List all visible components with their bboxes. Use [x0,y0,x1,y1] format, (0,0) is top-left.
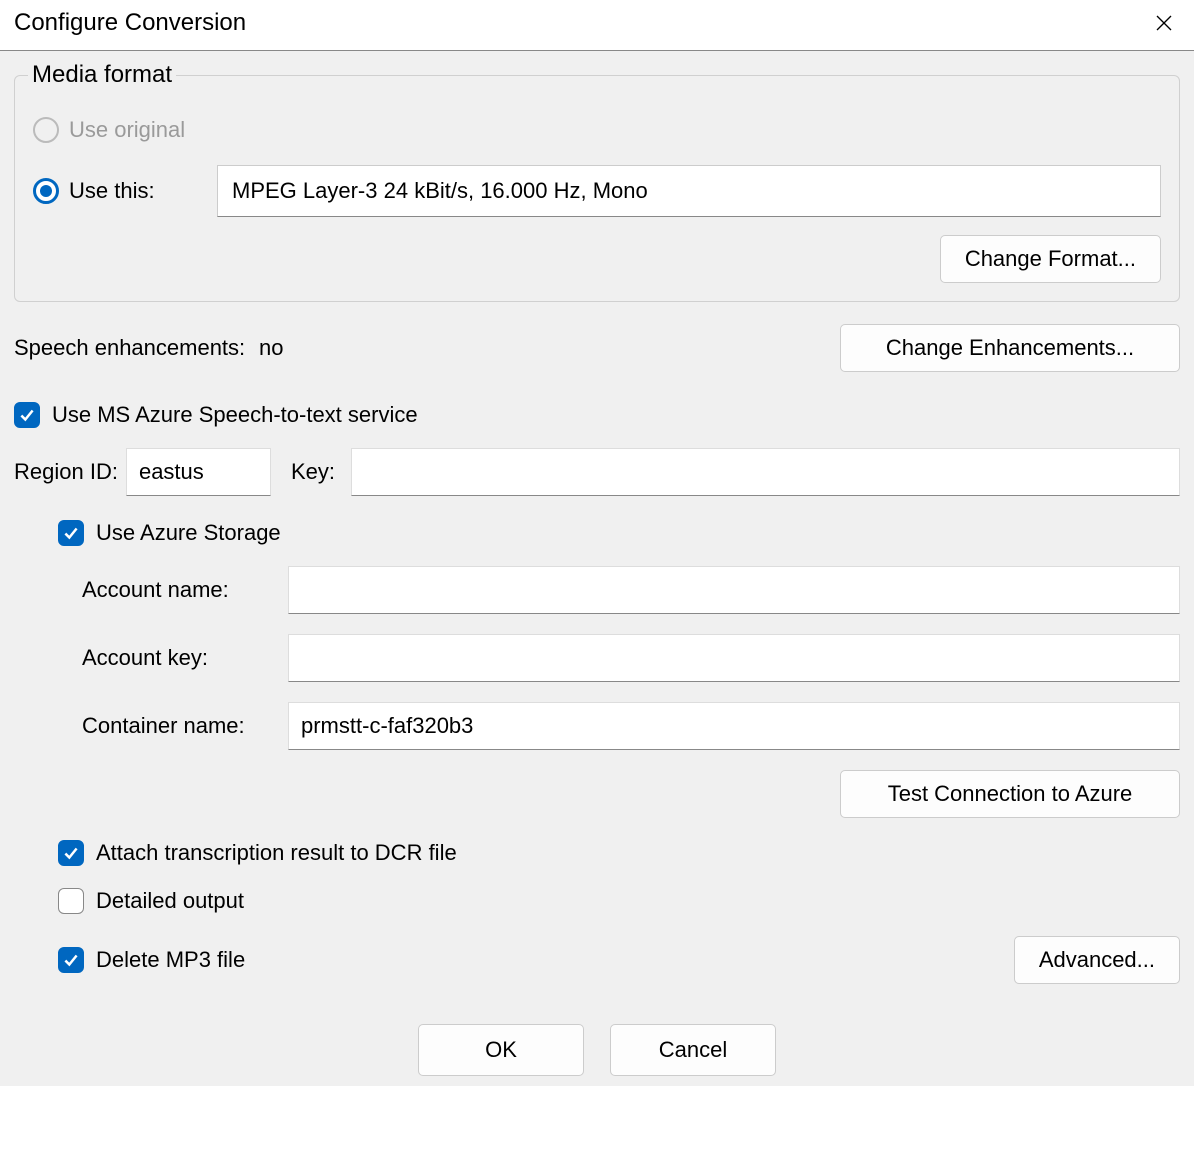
region-id-input[interactable] [126,448,271,496]
format-display[interactable]: MPEG Layer-3 24 kBit/s, 16.000 Hz, Mono [217,165,1161,217]
account-name-label: Account name: [82,577,288,603]
detailed-output-checkbox[interactable] [58,888,84,914]
speech-enhancements-value: no [259,335,283,360]
delete-mp3-row: Delete MP3 file [58,947,245,973]
use-this-row: Use this: MPEG Layer-3 24 kBit/s, 16.000… [33,165,1161,217]
titlebar: Configure Conversion [0,0,1194,51]
use-original-label: Use original [69,117,185,143]
use-azure-stt-row: Use MS Azure Speech-to-text service [14,402,1180,428]
delete-mp3-checkbox[interactable] [58,947,84,973]
delete-mp3-label: Delete MP3 file [96,947,245,973]
account-name-row: Account name: [58,566,1180,614]
key-input[interactable] [351,448,1180,496]
dialog-content: Media format Use original Use this: MPEG… [0,51,1194,1086]
bottom-checks: Attach transcription result to DCR file … [58,840,1180,984]
use-this-label: Use this: [69,178,179,204]
change-enhancements-button[interactable]: Change Enhancements... [840,324,1180,372]
attach-transcription-label: Attach transcription result to DCR file [96,840,457,866]
key-label: Key: [291,459,335,485]
ok-button[interactable]: OK [418,1024,584,1076]
use-azure-storage-checkbox[interactable] [58,520,84,546]
media-format-legend: Media format [28,61,176,89]
use-azure-stt-checkbox[interactable] [14,402,40,428]
use-original-radio [33,117,59,143]
speech-enhancements-label: Speech enhancements: [14,335,245,360]
media-format-group: Media format Use original Use this: MPEG… [14,61,1180,302]
region-key-row: Region ID: Key: [14,448,1180,496]
use-this-radio[interactable] [33,178,59,204]
use-azure-storage-row: Use Azure Storage [58,520,1180,546]
dialog-footer: OK Cancel [14,1024,1180,1076]
region-id-label: Region ID: [14,459,118,485]
use-azure-stt-label: Use MS Azure Speech-to-text service [52,402,418,428]
delete-advanced-row: Delete MP3 file Advanced... [58,936,1180,984]
window-title: Configure Conversion [14,9,246,37]
container-name-label: Container name: [82,713,288,739]
cancel-button[interactable]: Cancel [610,1024,776,1076]
container-name-input[interactable] [288,702,1180,750]
speech-enhancements-row: Speech enhancements: no Change Enhanceme… [14,324,1180,372]
attach-transcription-checkbox[interactable] [58,840,84,866]
speech-enhancements-text: Speech enhancements: no [14,335,284,361]
detailed-output-label: Detailed output [96,888,244,914]
use-original-row: Use original [33,117,1161,143]
account-key-label: Account key: [82,645,288,671]
close-icon[interactable] [1142,6,1186,40]
change-format-button[interactable]: Change Format... [940,235,1161,283]
account-key-input[interactable] [288,634,1180,682]
account-key-row: Account key: [58,634,1180,682]
detailed-output-row: Detailed output [58,888,1180,914]
container-name-row: Container name: [58,702,1180,750]
test-connection-button[interactable]: Test Connection to Azure [840,770,1180,818]
account-name-input[interactable] [288,566,1180,614]
use-azure-storage-label: Use Azure Storage [96,520,281,546]
attach-transcription-row: Attach transcription result to DCR file [58,840,1180,866]
advanced-button[interactable]: Advanced... [1014,936,1180,984]
azure-storage-block: Use Azure Storage Account name: Account … [58,520,1180,984]
